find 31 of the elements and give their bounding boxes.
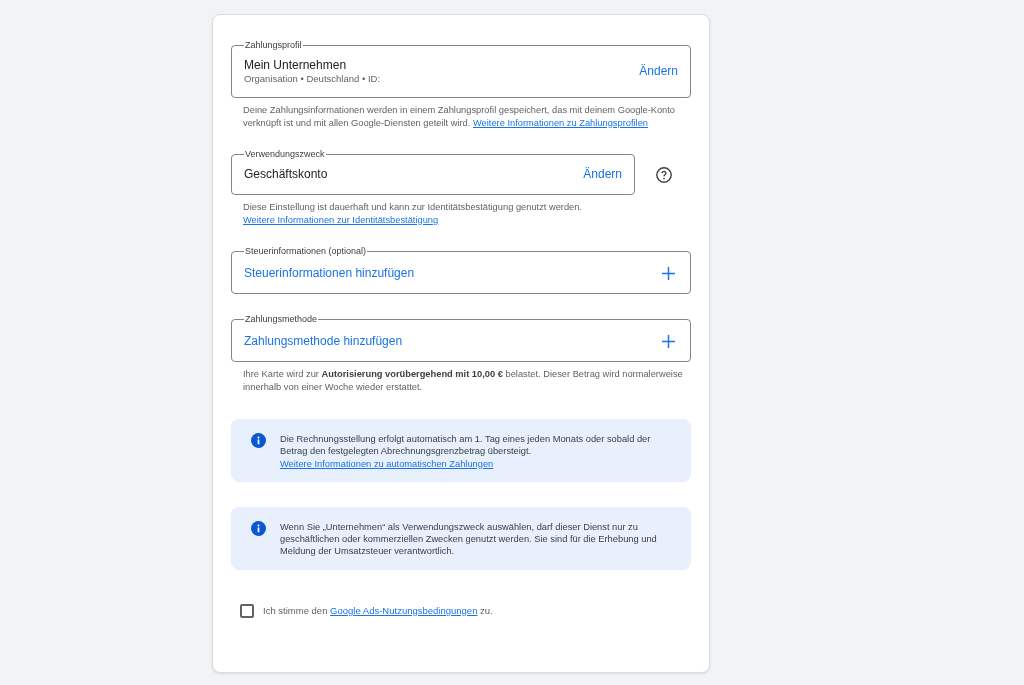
notice-link[interactable]: Weitere Informationen zu automatischen Zahlungen bbox=[280, 458, 494, 469]
selection-field[interactable]: Verwendungszweck Geschäftskonto Ändern bbox=[231, 149, 635, 195]
field-subtitle: Organisation • Deutschland • ID: bbox=[244, 73, 381, 85]
field-legend: Verwendungszweck bbox=[244, 149, 326, 160]
field-value: Mein Unternehmen bbox=[244, 58, 348, 73]
add-link[interactable]: Zahlungsmethode hinzufügen bbox=[244, 332, 403, 350]
notice-text: Die Rechnungsstellung erfolgt automatisch am 1. Tag eines jeden Monats oder sobald der Betrag den festgelegten Abrechnungsgrenzbetrag übersteigt. Weitere Informationen zu automatischen Zahlungen bbox=[280, 433, 652, 470]
info-icon bbox=[251, 433, 266, 448]
add-link[interactable]: Steuerinformationen hinzufügen bbox=[244, 264, 415, 282]
field-legend: Zahlungsmethode bbox=[244, 314, 319, 325]
plus-icon[interactable] bbox=[662, 266, 675, 280]
terms-checkbox[interactable] bbox=[240, 603, 254, 618]
field-legend: Steuerinformationen (optional) bbox=[244, 246, 368, 257]
info-icon bbox=[251, 520, 266, 536]
helper-text: Diese Einstellung ist dauerhaft und kann zur Identitätsbestätigung genutzt werden. Weitere Informationen zur Identitätsbestätigung bbox=[242, 201, 584, 226]
add-field[interactable]: Steuerinformationen (optional) Steuerinformationen hinzufügen bbox=[231, 246, 691, 294]
terms-link[interactable]: Google Ads-Nutzungsbedingungen bbox=[330, 604, 478, 616]
field-value: Geschäftskonto bbox=[244, 167, 328, 182]
helper-link[interactable]: Weitere Informationen zu Zahlungsprofilen bbox=[472, 117, 648, 128]
notice-text: Wenn Sie „Unternehmen“ als Verwendungszweck auswählen, darf dieser Dienst nur zu geschäftlichen oder kommerziellen Zwecken genutzt werden. Sie sind für die Erhebung und Meldung der Umsatzsteuer verantwortlich. bbox=[280, 520, 658, 558]
helper-text: Deine Zahlungsinformationen werden in einem Zahlungsprofil gespeichert, das mit deinem Google-Konto verknüpft ist und mit allen Google-Diensten geteilt wird. Weitere Informationen zu Zahlungsprofilen bbox=[242, 104, 677, 129]
change-link[interactable]: Ändern bbox=[639, 64, 678, 79]
field-legend: Zahlungsprofil bbox=[244, 40, 303, 51]
helper-link[interactable]: Weitere Informationen zur Identitätsbestätigung bbox=[243, 214, 439, 225]
selection-field[interactable]: Zahlungsprofil Mein Unternehmen Organisation • Deutschland • ID: Ändern bbox=[231, 40, 691, 98]
terms-text: Ich stimme den Google Ads-Nutzungsbedingungen zu. bbox=[263, 604, 493, 617]
helper-text: Ihre Karte wird zur Autorisierung vorübergehend mit 10,00 € belastet. Dieser Betrag wird normalerweise innerhalb von einer Woche wieder erstattet. bbox=[242, 368, 684, 393]
add-field[interactable]: Zahlungsmethode Zahlungsmethode hinzufügen bbox=[231, 314, 691, 362]
change-link[interactable]: Ändern bbox=[583, 167, 622, 182]
help-icon[interactable] bbox=[656, 167, 672, 183]
plus-icon[interactable] bbox=[662, 334, 675, 348]
